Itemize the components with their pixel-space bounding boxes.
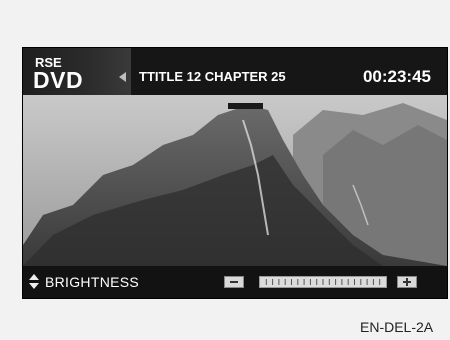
plus-icon-vertical xyxy=(406,278,408,286)
title-chapter-text: TTITLE 12 CHAPTER 25 xyxy=(139,69,286,84)
brightness-control-bar: BRIGHTNESS xyxy=(23,266,447,298)
up-down-arrows-icon[interactable] xyxy=(29,274,39,290)
mountain-scene-image xyxy=(23,95,447,266)
brightness-level-bar[interactable] xyxy=(259,276,387,288)
up-arrow-part xyxy=(29,274,39,280)
source-indicator[interactable]: RSE DVD xyxy=(23,48,131,95)
down-arrow-part xyxy=(29,283,39,289)
dvd-display: RSE DVD TTITLE 12 CHAPTER 25 00:23:45 BR… xyxy=(22,47,448,299)
level-tick-marks xyxy=(265,279,381,285)
video-frame xyxy=(23,95,447,266)
brightness-label: BRIGHTNESS xyxy=(45,274,140,290)
decrease-button[interactable] xyxy=(224,276,244,288)
source-dvd-label: DVD xyxy=(33,67,84,93)
minus-icon xyxy=(230,281,238,283)
figure-caption: EN-DEL-2A xyxy=(360,319,434,335)
left-arrow-icon xyxy=(119,72,126,82)
playback-time: 00:23:45 xyxy=(362,67,431,86)
status-bar: RSE DVD TTITLE 12 CHAPTER 25 00:23:45 xyxy=(23,48,447,95)
increase-button[interactable] xyxy=(397,276,417,288)
